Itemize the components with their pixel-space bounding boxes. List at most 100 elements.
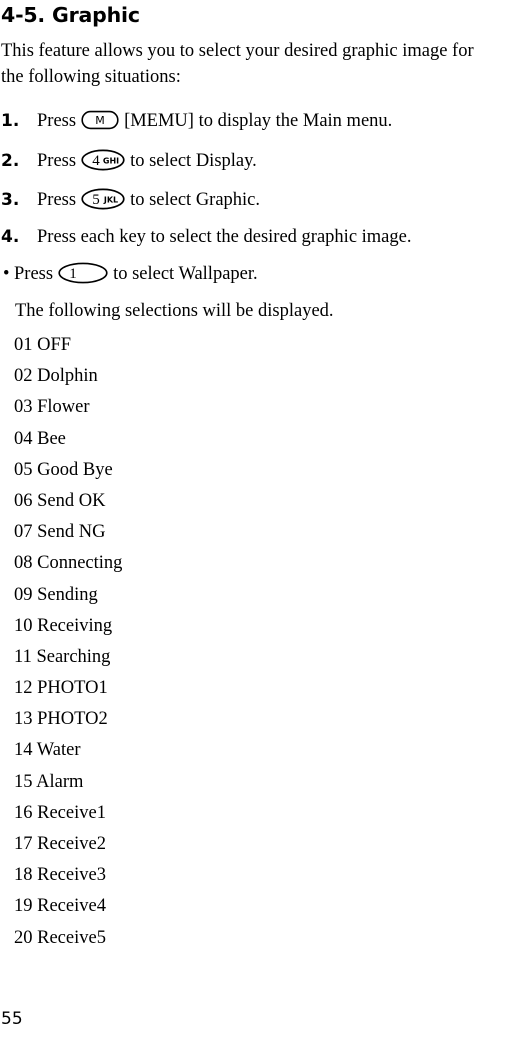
list-item-label: Send OK — [37, 490, 106, 511]
step-4: 4. Press each key to select the desired … — [1, 224, 530, 250]
step-3-number: 3. — [1, 190, 20, 210]
list-item[interactable]: 08 Connecting — [14, 548, 314, 579]
list-item[interactable]: 16 Receive1 — [14, 798, 314, 829]
page-number: 55 — [1, 1009, 23, 1029]
list-item[interactable]: 19 Receive4 — [14, 891, 314, 922]
list-item[interactable]: 02 Dolphin — [14, 361, 314, 392]
list-item[interactable]: 18 Receive3 — [14, 860, 314, 891]
list-item[interactable]: 15 Alarm — [14, 767, 314, 798]
list-item-label: PHOTO1 — [37, 678, 108, 699]
list-item-number: 20 — [14, 927, 33, 948]
key-icon-4-digit: 4 — [92, 153, 100, 169]
list-item[interactable]: 06 Send OK — [14, 486, 314, 517]
step-1-text-before: Press — [37, 111, 77, 131]
list-item-label: Connecting — [37, 553, 123, 574]
key-icon-menu-label: M — [95, 114, 105, 127]
step-1-number: 1. — [1, 111, 20, 131]
graphic-selection-list: 01 OFF 02 Dolphin 03 Flower 04 Bee 05 Go… — [14, 330, 314, 954]
step-2-text-before: Press — [37, 151, 77, 171]
list-item-label: Flower — [37, 397, 90, 418]
list-item-number: 16 — [14, 802, 33, 823]
list-item[interactable]: 09 Sending — [14, 580, 314, 611]
list-item-label: Water — [36, 740, 81, 761]
step-2-number: 2. — [1, 151, 20, 171]
list-item-number: 13 — [14, 709, 33, 730]
bullet-press-wallpaper: • Press 1 to select Wallpaper. — [3, 261, 523, 287]
key-icon-4-letters: GHI — [103, 157, 119, 166]
list-item-number: 01 — [14, 335, 33, 355]
list-item-label: Bee — [37, 428, 66, 449]
list-item-label: Good Bye — [37, 459, 113, 480]
list-item[interactable]: 10 Receiving — [14, 611, 314, 642]
list-item[interactable]: 13 PHOTO2 — [14, 704, 314, 735]
list-item-number: 14 — [14, 740, 33, 761]
list-item[interactable]: 17 Receive2 — [14, 829, 314, 860]
list-item-label: Receiving — [37, 615, 113, 636]
list-item-number: 18 — [14, 865, 33, 886]
list-item-label: Receive3 — [37, 865, 106, 886]
list-item-number: 03 — [14, 397, 33, 418]
list-item[interactable]: 04 Bee — [14, 424, 314, 455]
step-4-number: 4. — [1, 227, 20, 247]
list-item-number: 12 — [14, 678, 33, 699]
key-icon-menu[interactable]: M — [81, 110, 119, 130]
list-item[interactable]: 11 Searching — [14, 642, 314, 673]
list-item-label: Receive4 — [37, 896, 106, 917]
list-item-label: PHOTO2 — [37, 709, 108, 730]
list-item[interactable]: 14 Water — [14, 735, 314, 766]
list-item-number: 05 — [14, 459, 33, 480]
list-item-label: Receive5 — [37, 927, 106, 948]
list-item[interactable]: 03 Flower — [14, 392, 314, 423]
bullet-marker-icon: • — [3, 264, 10, 284]
list-item-number: 04 — [14, 428, 33, 449]
list-item-number: 09 — [14, 584, 33, 605]
list-item-number: 10 — [14, 615, 33, 636]
list-item[interactable]: 01 OFF — [14, 330, 314, 361]
list-item-label: Receive1 — [37, 802, 106, 823]
list-item-label: Searching — [36, 646, 111, 667]
list-item[interactable]: 12 PHOTO1 — [14, 673, 314, 704]
key-icon-5-letters: JKL — [103, 196, 118, 205]
step-3-text-after: to select Graphic. — [130, 190, 261, 210]
step-3: 3. Press 5 JKL to select Graphic. — [1, 187, 530, 213]
list-item-number: 06 — [14, 490, 33, 511]
list-item-number: 02 — [14, 366, 33, 387]
bullet-text-after: to select Wallpaper. — [113, 264, 258, 284]
step-4-body: Press each key to select the desired gra… — [37, 224, 411, 250]
list-item-number: 11 — [14, 646, 32, 667]
step-1-text-after: [MEMU] to display the Main menu. — [124, 111, 393, 131]
list-item-number: 08 — [14, 553, 33, 574]
step-3-text-before: Press — [37, 190, 77, 210]
page-heading: 4-5. Graphic — [1, 3, 140, 27]
document-page: 4-5. Graphic This feature allows you to … — [0, 0, 531, 1040]
list-item-label: OFF — [37, 335, 72, 355]
bullet-text-before: Press — [14, 264, 54, 284]
list-item-number: 17 — [14, 834, 33, 854]
step-2: 2. Press 4 GHI to select Display. — [1, 148, 530, 174]
step-2-text-after: to select Display. — [130, 151, 257, 171]
step-1: 1. Press M [MEMU] to display the Main me… — [1, 108, 530, 134]
list-item-number: 07 — [14, 522, 33, 543]
list-item-label: Alarm — [36, 771, 84, 792]
intro-line-1: This feature allows you to select your d… — [1, 41, 474, 61]
step-3-body: Press 5 JKL to select Graphic. — [37, 187, 260, 213]
intro-line-2: the following situations: — [1, 67, 181, 87]
key-icon-4-ghi[interactable]: 4 GHI — [81, 149, 125, 171]
key-icon-5-digit: 5 — [92, 192, 100, 208]
key-icon-1[interactable]: 1 — [58, 262, 108, 284]
step-4-text: Press each key to select the desired gra… — [37, 227, 412, 247]
list-item-label: Dolphin — [37, 366, 98, 387]
list-item[interactable]: 20 Receive5 — [14, 923, 314, 954]
selections-intro-note: The following selections will be display… — [15, 301, 334, 321]
list-item[interactable]: 05 Good Bye — [14, 455, 314, 486]
list-item-label: Sending — [37, 584, 98, 605]
step-2-body: Press 4 GHI to select Display. — [37, 148, 257, 174]
key-icon-1-digit: 1 — [69, 266, 77, 282]
key-icon-5-jkl[interactable]: 5 JKL — [81, 188, 125, 210]
intro-paragraph: This feature allows you to select your d… — [1, 38, 530, 90]
list-item-label: Receive2 — [37, 834, 106, 854]
list-item-number: 15 — [14, 771, 33, 792]
list-item[interactable]: 07 Send NG — [14, 517, 314, 548]
list-item-label: Send NG — [37, 522, 106, 543]
list-item-number: 19 — [14, 896, 33, 917]
